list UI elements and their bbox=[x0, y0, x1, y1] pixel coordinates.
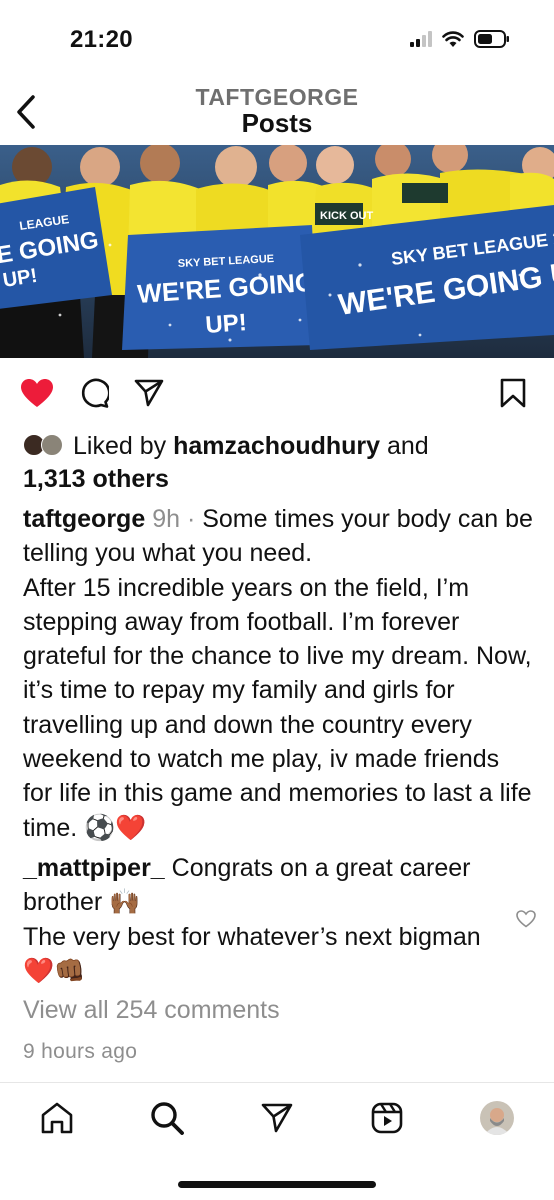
tab-profile[interactable] bbox=[477, 1098, 517, 1138]
cellular-signal-icon bbox=[410, 31, 432, 47]
post-photo: KICK OUT LEAGUE E GOING UP! SKY BET LEAG… bbox=[0, 145, 554, 358]
liker-avatar bbox=[41, 434, 63, 456]
status-time: 21:20 bbox=[70, 26, 133, 53]
wifi-icon bbox=[442, 30, 464, 47]
likes-prefix: Liked by bbox=[73, 432, 174, 460]
bottom-tab-bar bbox=[0, 1082, 554, 1200]
caption-text-2: After 15 incredible years on the field, … bbox=[23, 573, 532, 842]
likes-summary[interactable]: Liked by hamzachoudhury and 1,313 others bbox=[23, 430, 533, 496]
page-title: Posts bbox=[241, 108, 313, 138]
view-all-comments-link[interactable]: View all 254 comments bbox=[23, 996, 280, 1025]
post-caption: taftgeorge 9h · Some times your body can… bbox=[23, 502, 535, 845]
comment-icon bbox=[81, 378, 109, 408]
caption-time: 9h bbox=[152, 505, 180, 533]
tab-home[interactable] bbox=[37, 1098, 77, 1138]
likes-others[interactable]: 1,313 others bbox=[23, 465, 169, 493]
search-icon bbox=[151, 1102, 184, 1135]
post-timestamp: 9 hours ago bbox=[23, 1040, 138, 1063]
bookmark-button[interactable] bbox=[496, 376, 530, 410]
status-bar: 21:20 bbox=[0, 0, 554, 80]
caption-username[interactable]: taftgeorge bbox=[23, 505, 145, 533]
top-comment: _mattpiper_ Congrats on a great career b… bbox=[23, 851, 493, 988]
comment-username[interactable]: _mattpiper_ bbox=[23, 854, 165, 882]
likes-and: and bbox=[380, 432, 429, 460]
header-username[interactable]: TAFTGEORGE bbox=[0, 84, 554, 111]
like-button[interactable] bbox=[20, 376, 54, 410]
home-icon bbox=[41, 1102, 73, 1134]
shirt-sponsor: KICK OUT bbox=[320, 210, 373, 222]
profile-avatar bbox=[480, 1101, 514, 1135]
caption-separator: · bbox=[180, 505, 203, 533]
post-actions bbox=[0, 370, 554, 414]
status-icons bbox=[410, 30, 510, 48]
liker-avatars bbox=[23, 434, 69, 456]
reels-icon bbox=[371, 1102, 403, 1134]
bookmark-icon bbox=[500, 378, 526, 408]
share-button[interactable] bbox=[132, 376, 166, 410]
share-icon bbox=[134, 379, 164, 407]
svg-text:UP!: UP! bbox=[205, 309, 248, 339]
tab-reels[interactable] bbox=[367, 1098, 407, 1138]
home-indicator bbox=[178, 1181, 376, 1188]
tab-messages[interactable] bbox=[257, 1098, 297, 1138]
comment-text-2: The very best for whatever’s next bigman… bbox=[23, 922, 481, 985]
post-image[interactable]: KICK OUT LEAGUE E GOING UP! SKY BET LEAG… bbox=[0, 145, 554, 358]
liker-username[interactable]: hamzachoudhury bbox=[173, 432, 380, 460]
banner-left: LEAGUE E GOING UP! bbox=[0, 187, 112, 309]
heart-filled-icon bbox=[21, 378, 53, 407]
send-icon bbox=[261, 1103, 293, 1133]
tab-search[interactable] bbox=[147, 1098, 187, 1138]
comment-like-icon[interactable] bbox=[516, 910, 536, 928]
banner-middle: SKY BET LEAGUE WE'RE GOING UP! bbox=[122, 225, 318, 350]
battery-icon bbox=[474, 30, 509, 48]
post-header: TAFTGEORGE Posts bbox=[0, 80, 554, 142]
comment-button[interactable] bbox=[77, 376, 111, 410]
